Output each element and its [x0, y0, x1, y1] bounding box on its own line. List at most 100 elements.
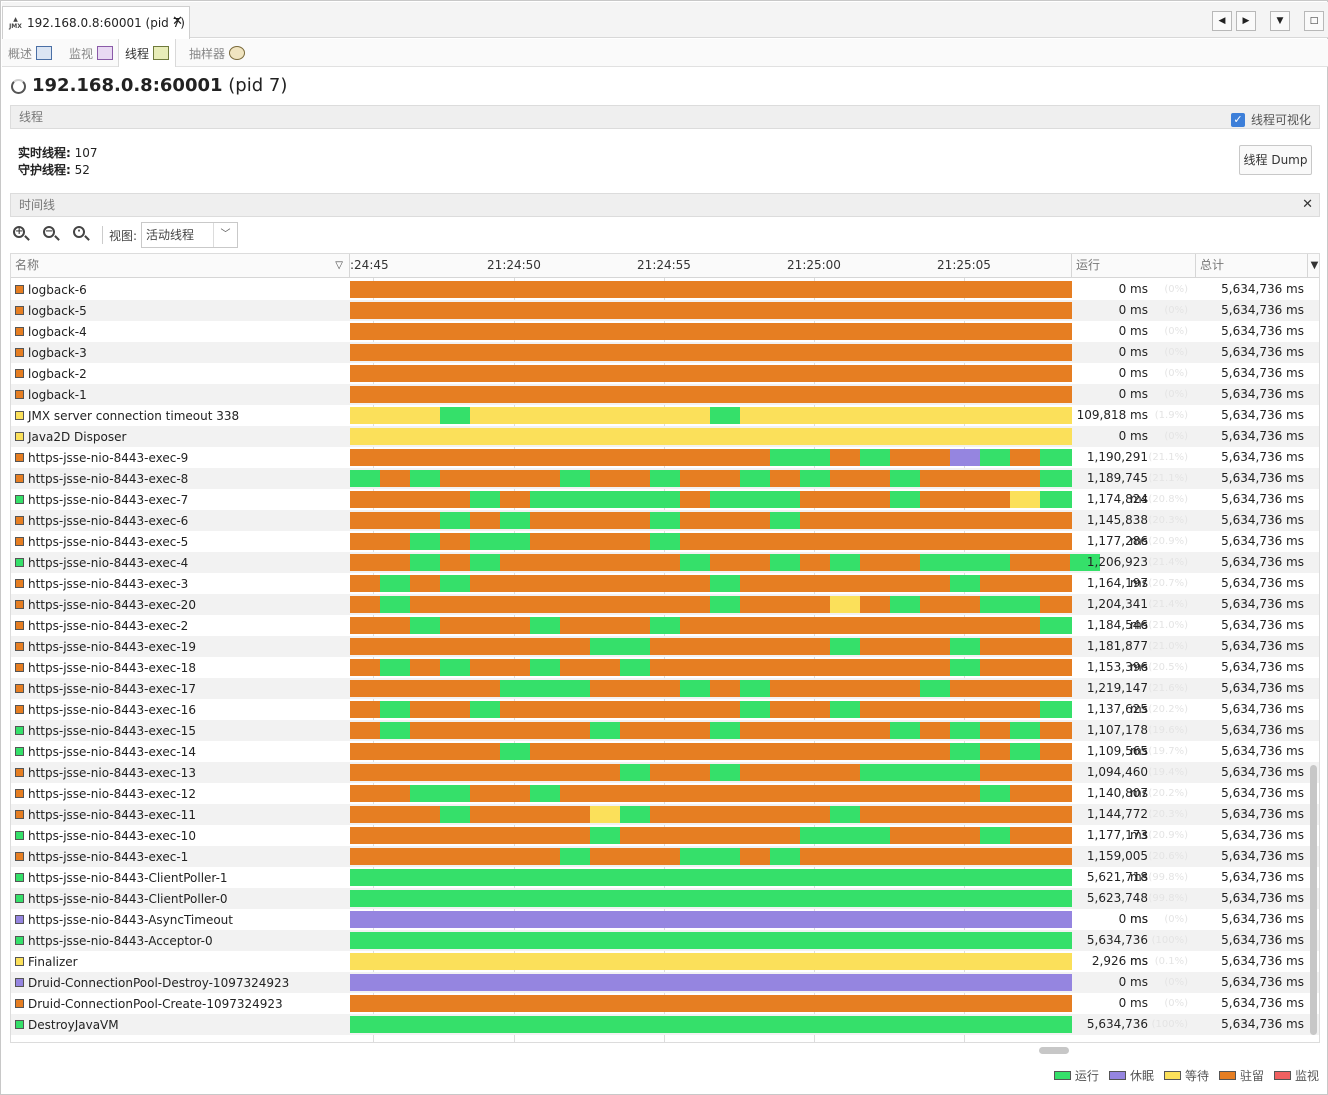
- thread-timeline-bar: [350, 995, 1072, 1012]
- scroll-left-button[interactable]: ◀: [1212, 11, 1232, 31]
- thread-row[interactable]: logback-6 0 ms (0%) 5,634,736 ms: [11, 279, 1319, 300]
- thread-row[interactable]: https-jsse-nio-8443-AsyncTimeout 0 ms (0%)…: [11, 909, 1319, 930]
- thread-row[interactable]: logback-1 0 ms (0%) 5,634,736 ms: [11, 384, 1319, 405]
- state-segment: [350, 659, 380, 676]
- column-timeline[interactable]: :24:45 21:24:50 21:24:55 21:25:00 21:25:05: [350, 254, 1072, 277]
- thread-row[interactable]: logback-4 0 ms (0%) 5,634,736 ms: [11, 321, 1319, 342]
- thread-row[interactable]: Java2D Disposer 0 ms (0%) 5,634,736 ms: [11, 426, 1319, 447]
- thread-row[interactable]: https-jsse-nio-8443-exec-12 1,140,807 ms(…: [11, 783, 1319, 821]
- state-segment: [590, 638, 650, 655]
- thread-name-cell: Java2D Disposer: [11, 426, 350, 447]
- state-segment: [830, 449, 860, 466]
- maximize-button[interactable]: □: [1304, 11, 1324, 31]
- thread-row[interactable]: https-jsse-nio-8443-ClientPoller-1 5,621,…: [11, 867, 1319, 905]
- vertical-scrollbar[interactable]: [1310, 765, 1317, 1035]
- view-label: 视图:: [109, 228, 138, 243]
- thread-row[interactable]: https-jsse-nio-8443-exec-5 1,177,286 ms(2…: [11, 531, 1319, 569]
- thread-row[interactable]: https-jsse-nio-8443-exec-18 1,153,396 ms(…: [11, 657, 1319, 695]
- column-name[interactable]: 名称 ▽: [11, 254, 350, 277]
- close-tab-icon[interactable]: ✕: [172, 14, 183, 29]
- state-segment: [800, 470, 830, 487]
- thread-row[interactable]: Finalizer 2,926 ms (0.1%) 5,634,736 ms: [11, 951, 1319, 972]
- state-segment: [350, 701, 380, 718]
- total-time-cell: 5,634,736 ms: [1221, 471, 1304, 485]
- total-time-cell: 5,634,736 ms: [1221, 975, 1304, 989]
- thread-row[interactable]: DestroyJavaVM5,634,736 ms(100%)5,634,736…: [11, 1014, 1319, 1042]
- state-segment: [740, 596, 830, 613]
- thread-state-swatch-icon: [15, 999, 24, 1008]
- thread-row[interactable]: https-jsse-nio-8443-exec-3 1,164,197 ms(2…: [11, 573, 1319, 611]
- thread-row[interactable]: https-jsse-nio-8443-exec-1 1,159,005 ms (2…: [11, 846, 1319, 884]
- column-total[interactable]: 总计: [1196, 254, 1308, 277]
- thread-state-swatch-icon: [15, 495, 24, 504]
- running-time-cell: 0 ms (0%): [1072, 342, 1196, 363]
- thread-name: Finalizer: [28, 954, 78, 969]
- view-select[interactable]: 活动线程 ﹀: [141, 222, 239, 248]
- total-time-cell: 5,634,736 ms: [1221, 534, 1304, 548]
- thread-row[interactable]: Druid-ConnectionPool-Create-1097324923 0 …: [11, 993, 1319, 1014]
- thread-row[interactable]: https-jsse-nio-8443-exec-2 1,184,546 ms(2…: [11, 615, 1319, 653]
- thread-row[interactable]: JMX server connection timeout 338 109,818…: [11, 405, 1319, 426]
- thread-row[interactable]: https-jsse-nio-8443-exec-6 1,145,838 ms (2…: [11, 510, 1319, 548]
- column-running[interactable]: 运行: [1072, 254, 1196, 277]
- running-time-cell: 1,153,396 ms(20.5%): [1072, 657, 1196, 695]
- tab-threads[interactable]: 线程: [118, 39, 177, 67]
- thread-row[interactable]: https-jsse-nio-8443-exec-4 1,206,923 ms (2…: [11, 552, 1319, 590]
- thread-state-swatch-icon: [15, 663, 24, 672]
- thread-row[interactable]: logback-2 0 ms (0%) 5,634,736 ms: [11, 363, 1319, 384]
- total-time-cell: 5,634,736 ms: [1221, 660, 1304, 674]
- thread-row[interactable]: logback-5 0 ms (0%) 5,634,736 ms: [11, 300, 1319, 321]
- thread-row[interactable]: https-jsse-nio-8443-Acceptor-0 5,634,736 …: [11, 930, 1319, 968]
- state-segment: [350, 827, 590, 844]
- thread-row[interactable]: https-jsse-nio-8443-exec-20 1,204,341 ms(…: [11, 594, 1319, 632]
- state-segment: [800, 512, 1072, 529]
- thread-name-cell: logback-3: [11, 342, 350, 363]
- state-segment: [350, 638, 590, 655]
- zoom-fit-icon[interactable]: ·: [70, 224, 92, 246]
- thread-row[interactable]: https-jsse-nio-8443-exec-17 1,219,147 ms(…: [11, 678, 1319, 716]
- thread-row[interactable]: https-jsse-nio-8443-ClientPoller-0 5,623,…: [11, 888, 1319, 926]
- thread-name: https-jsse-nio-8443-exec-8: [28, 471, 189, 486]
- state-segment: [560, 659, 620, 676]
- close-timeline-icon[interactable]: ✕: [1302, 194, 1313, 216]
- thread-state-swatch-icon: [15, 516, 24, 525]
- tab-sampler[interactable]: 抽样器: [183, 39, 251, 67]
- jmx-icon: ▲ JMX: [9, 15, 22, 30]
- document-tab[interactable]: ▲ JMX 192.168.0.8:60001 (pid 7) ✕: [2, 6, 190, 39]
- scroll-right-button[interactable]: ▶: [1236, 11, 1256, 31]
- state-segment: [950, 722, 980, 739]
- state-segment: [830, 596, 860, 613]
- thread-row[interactable]: https-jsse-nio-8443-exec-9 1,190,291 ms(2…: [11, 447, 1319, 485]
- thread-timeline-bar: [350, 449, 1072, 466]
- thread-row[interactable]: logback-3 0 ms (0%) 5,634,736 ms: [11, 342, 1319, 363]
- column-running-label: 运行: [1076, 258, 1101, 272]
- thread-row[interactable]: Druid-ConnectionPool-Destroy-1097324923 0…: [11, 972, 1319, 993]
- checkbox-checked-icon[interactable]: ✓: [1230, 113, 1245, 127]
- zoom-in-icon[interactable]: +: [10, 224, 32, 246]
- thread-name-cell: https-jsse-nio-8443-exec-5: [11, 531, 350, 552]
- thread-row[interactable]: https-jsse-nio-8443-exec-15 1,107,178 ms(…: [11, 720, 1319, 758]
- column-menu-icon[interactable]: ▼: [1308, 254, 1319, 277]
- zoom-out-icon[interactable]: −: [40, 224, 62, 246]
- horizontal-scrollbar[interactable]: [1039, 1047, 1069, 1054]
- thread-visualization-toggle[interactable]: ✓ 线程可视化: [1230, 109, 1311, 131]
- thread-row[interactable]: https-jsse-nio-8443-exec-7 1,174,824 ms(2…: [11, 489, 1319, 527]
- state-segment: [530, 659, 560, 676]
- thread-dump-button[interactable]: 线程 Dump: [1239, 145, 1312, 175]
- running-percent: (0%): [1164, 977, 1188, 988]
- tab-monitor[interactable]: 监视: [63, 39, 119, 67]
- state-segment: [470, 806, 590, 823]
- thread-row[interactable]: https-jsse-nio-8443-exec-8 1,189,745 ms (2…: [11, 468, 1319, 506]
- state-segment: [410, 659, 440, 676]
- thread-row[interactable]: https-jsse-nio-8443-exec-14 1,109,565 ms(…: [11, 741, 1319, 779]
- thread-row[interactable]: https-jsse-nio-8443-exec-13 1,094,460 ms(…: [11, 762, 1319, 800]
- thread-row[interactable]: https-jsse-nio-8443-exec-11 1,144,772 ms(…: [11, 804, 1319, 842]
- thread-row[interactable]: https-jsse-nio-8443-exec-10 1,177,173 ms(…: [11, 825, 1319, 863]
- running-percent: (0%): [1164, 914, 1188, 925]
- running-percent: (21.6%): [1148, 683, 1188, 694]
- thread-row[interactable]: https-jsse-nio-8443-exec-19 1,181,877 ms(…: [11, 636, 1319, 674]
- state-segment: [1040, 491, 1072, 508]
- tab-list-button[interactable]: ▼: [1270, 11, 1290, 31]
- tab-overview[interactable]: 概述: [2, 39, 58, 67]
- thread-row[interactable]: https-jsse-nio-8443-exec-16 1,137,625 ms(…: [11, 699, 1319, 737]
